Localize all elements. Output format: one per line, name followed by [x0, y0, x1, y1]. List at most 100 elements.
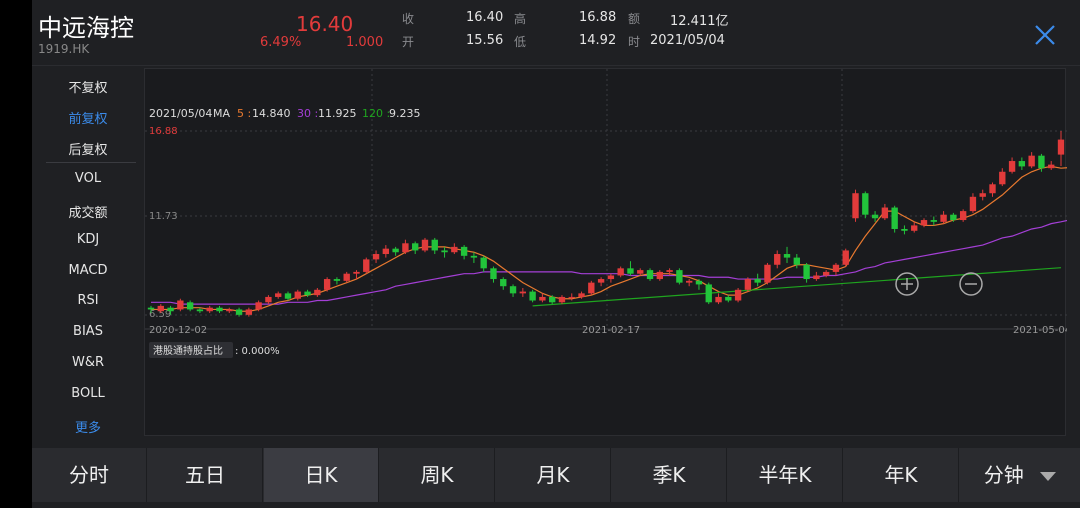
sidebar-item-vol[interactable]: VOL — [32, 171, 144, 186]
date-mid: 2021-02-17 — [582, 325, 640, 336]
candle-body — [979, 193, 986, 197]
candle-body — [715, 296, 722, 303]
sidebar-item-bias[interactable]: BIAS — [32, 324, 144, 339]
high-label: 高 — [514, 12, 527, 26]
candle-body — [186, 302, 194, 310]
sidebar-divider — [46, 162, 136, 163]
time-label: 时 — [628, 35, 641, 49]
candle-body — [930, 220, 937, 222]
candle-body — [284, 293, 292, 299]
ma5-value: 14.840 — [252, 107, 291, 120]
kline-chart[interactable]: 2021/05/04 MA 5 : 14.840 30 : 11.925 120… — [145, 69, 1071, 437]
ma5-line — [151, 165, 1071, 312]
candle-body — [421, 239, 429, 251]
mid-price-mark: 11.73 — [149, 211, 178, 222]
candle-body — [549, 296, 556, 303]
candle-body — [637, 270, 644, 274]
sidebar-item-forward-adjust[interactable]: 前复权 — [32, 108, 144, 127]
ma5-label: 5 : — [237, 107, 251, 120]
candle-body — [656, 271, 663, 280]
tab-minute[interactable]: 分钟 — [960, 448, 1080, 502]
close-button[interactable] — [1032, 22, 1058, 48]
candle-body — [147, 307, 155, 310]
candle-body — [353, 271, 360, 274]
candle-body — [774, 254, 781, 265]
candle-body — [245, 309, 253, 315]
candle-body — [275, 293, 282, 297]
candle-body — [177, 300, 184, 310]
candle-body — [803, 264, 810, 280]
close-icon — [1035, 25, 1055, 45]
low-label: 低 — [514, 35, 527, 49]
tab-half-year-k[interactable]: 半年K — [728, 448, 843, 502]
low-value: 14.92 — [579, 33, 617, 48]
stock-name: 中远海控 — [38, 14, 134, 42]
amount-value: 12.411亿 — [670, 14, 729, 29]
candle-body — [558, 296, 566, 303]
candle-body — [911, 225, 918, 231]
sidebar-item-macd[interactable]: MACD — [32, 263, 144, 278]
candle-body — [1057, 139, 1065, 155]
candle-body — [588, 282, 595, 294]
sidebar-item-backward-adjust[interactable]: 后复权 — [32, 139, 144, 158]
sidebar-item-boll[interactable]: BOLL — [32, 386, 144, 401]
candle-body — [862, 193, 869, 215]
candle-body — [333, 279, 341, 281]
candle-body — [1038, 155, 1045, 169]
candle-body — [920, 220, 928, 226]
candle-body — [822, 271, 830, 276]
candle-body — [304, 291, 311, 296]
tab-intraday[interactable]: 分时 — [32, 448, 147, 502]
dropdown-triangle-icon — [1040, 472, 1057, 481]
tab-yearly-k[interactable]: 年K — [844, 448, 959, 502]
candle-body — [597, 279, 605, 283]
candle-body — [382, 248, 390, 255]
tab-monthly-k[interactable]: 月K — [496, 448, 611, 502]
price-change: 1.000 — [346, 35, 384, 50]
stock-code: 1919.HK — [38, 42, 90, 56]
candle-body — [950, 214, 957, 221]
zoom-out-button[interactable] — [959, 272, 983, 296]
quote-header: 中远海控 1919.HK 16.40 6.49% 1.000 收 16.40 开… — [32, 0, 1080, 66]
sidebar-item-turnover[interactable]: 成交额 — [32, 202, 144, 221]
candle-body — [392, 248, 399, 253]
candle-body — [480, 257, 487, 269]
candle-body — [646, 270, 654, 280]
candle-body — [568, 296, 575, 298]
zoom-in-button[interactable] — [895, 272, 919, 296]
candle-body — [842, 250, 849, 265]
sidebar-item-rsi[interactable]: RSI — [32, 293, 144, 308]
candle-body — [255, 302, 262, 310]
candle-body — [725, 296, 732, 301]
candle-body — [1028, 155, 1035, 167]
tab-quarterly-k[interactable]: 季K — [612, 448, 727, 502]
tab-daily-k[interactable]: 日K — [264, 448, 379, 502]
ma30-line — [151, 219, 1071, 305]
tab-five-day[interactable]: 五日 — [148, 448, 263, 502]
candle-body — [989, 184, 996, 194]
close-label: 收 — [402, 12, 415, 26]
kline-chart-area[interactable]: 2021/05/04 MA 5 : 14.840 30 : 11.925 120… — [144, 68, 1071, 437]
sidebar-item-kdj[interactable]: KDJ — [32, 232, 144, 247]
candle-body — [617, 268, 624, 276]
candle-body — [744, 279, 752, 290]
candle-body — [813, 275, 820, 280]
tab-weekly-k[interactable]: 周K — [380, 448, 495, 502]
sidebar-item-more[interactable]: 更多 — [32, 417, 144, 436]
time-value: 2021/05/04 — [650, 33, 725, 48]
candle-body — [832, 264, 840, 272]
candle-body — [314, 289, 321, 296]
candle-body — [157, 305, 164, 312]
sidebar-item-no-adjust[interactable]: 不复权 — [32, 77, 144, 96]
candle-body — [783, 254, 791, 258]
date-start: 2020-12-02 — [149, 325, 207, 336]
close-value: 16.40 — [466, 10, 504, 25]
candle-body — [235, 309, 243, 315]
candle-body — [343, 273, 350, 281]
candle-body — [578, 293, 585, 297]
candle-body — [969, 196, 977, 212]
ma30-label: 30 : — [297, 107, 318, 120]
current-price: 16.40 — [296, 12, 354, 36]
sidebar-item-wr[interactable]: W&R — [32, 355, 144, 370]
ma120-label: 120 : — [362, 107, 390, 120]
